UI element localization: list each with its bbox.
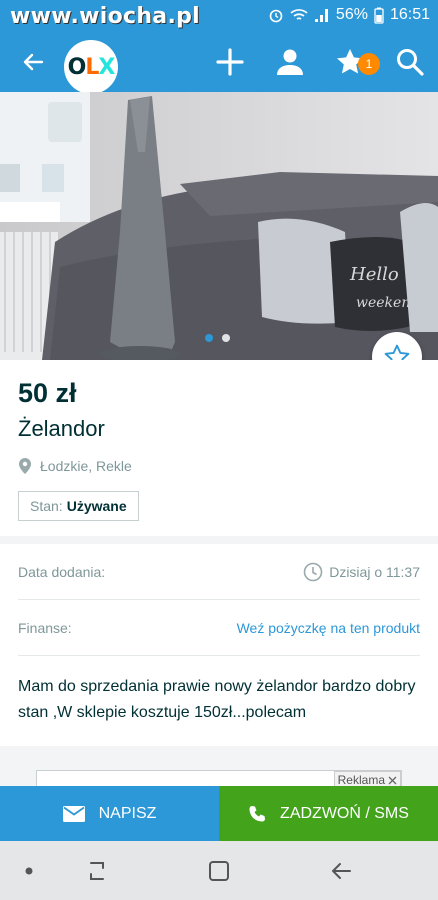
wifi-icon <box>290 9 308 20</box>
search-icon[interactable] <box>394 46 426 78</box>
loan-link[interactable]: Weź pożyczkę na ten produkt <box>237 620 420 636</box>
listing-details: Data dodania: Dzisiaj o 11:37 Finanse: W… <box>0 544 438 746</box>
home-icon <box>209 861 229 881</box>
listing-price: 50 zł <box>18 378 77 408</box>
logo-letter-x: X <box>98 54 115 80</box>
battery-percent: 56% <box>335 6 368 23</box>
contact-actions: NAPISZ ZADZWOŃ / SMS <box>0 786 438 841</box>
listing-location[interactable]: Łodzkie, Rekle <box>18 457 132 475</box>
date-row: Data dodania: Dzisiaj o 11:37 <box>18 544 420 600</box>
location-text: Łodzkie, Rekle <box>40 458 132 474</box>
recent-apps-button[interactable] <box>82 856 112 886</box>
location-pin-icon <box>19 458 31 474</box>
finance-row: Finanse: Weź pożyczkę na ten produkt <box>18 600 420 656</box>
pillow-text: Hello <box>349 264 399 285</box>
favorites-count-badge: 1 <box>358 53 380 75</box>
write-message-button[interactable]: NAPISZ <box>0 786 219 841</box>
watermark: www.wiocha.pl <box>10 4 200 29</box>
listing-photo[interactable]: Hello weekend <box>0 92 438 360</box>
date-label: Data dodania: <box>18 563 106 580</box>
status-bar: www.wiocha.pl 56% 16:51 <box>0 0 438 30</box>
alarm-icon <box>269 9 283 23</box>
close-icon[interactable] <box>388 776 397 785</box>
ad-label-text: Reklama <box>337 773 385 787</box>
ad-area: Reklama <box>0 746 438 800</box>
battery-icon <box>374 7 384 24</box>
call-sms-button[interactable]: ZADZWOŃ / SMS <box>219 786 438 841</box>
write-message-label: NAPISZ <box>98 804 157 822</box>
back-button[interactable] <box>326 856 356 886</box>
condition-tag: Stan: Używane <box>18 491 139 521</box>
condition-label: Stan: <box>30 498 63 514</box>
recent-apps-icon <box>90 862 104 880</box>
user-icon[interactable] <box>274 46 306 78</box>
gallery-dot[interactable] <box>222 334 230 342</box>
listing-title: Żelandor <box>18 416 105 441</box>
dot-icon <box>25 867 33 875</box>
signal-icon <box>314 9 328 22</box>
back-icon <box>332 863 351 879</box>
listing-summary: 50 zł Żelandor Łodzkie, Rekle Stan: Używ… <box>0 360 438 536</box>
gallery-pagination <box>205 334 230 342</box>
phone-icon <box>249 805 266 821</box>
photo-illustration: Hello weekend <box>0 92 438 360</box>
gallery-dot[interactable] <box>205 334 213 342</box>
dot-indicator[interactable] <box>14 856 44 886</box>
status-icons: 56% 16:51 <box>268 6 430 24</box>
call-sms-label: ZADZWOŃ / SMS <box>280 804 409 822</box>
logo-letter-l: L <box>85 54 99 80</box>
clock-icon <box>303 562 323 581</box>
system-nav-bar <box>0 841 438 900</box>
back-arrow-icon[interactable] <box>18 47 48 77</box>
olx-logo[interactable]: OLX <box>64 40 118 94</box>
logo-letter-o: O <box>67 54 87 80</box>
date-value-group: Dzisiaj o 11:37 <box>303 562 420 582</box>
add-icon[interactable] <box>214 46 246 78</box>
home-button[interactable] <box>204 856 234 886</box>
clock-time: 16:51 <box>389 6 430 23</box>
date-value: Dzisiaj o 11:37 <box>329 563 420 580</box>
envelope-icon <box>62 805 85 822</box>
condition-value: Używane <box>66 498 127 514</box>
finance-label: Finanse: <box>18 619 72 636</box>
listing-description: Mam do sprzedania prawie nowy żelandor b… <box>18 678 416 721</box>
